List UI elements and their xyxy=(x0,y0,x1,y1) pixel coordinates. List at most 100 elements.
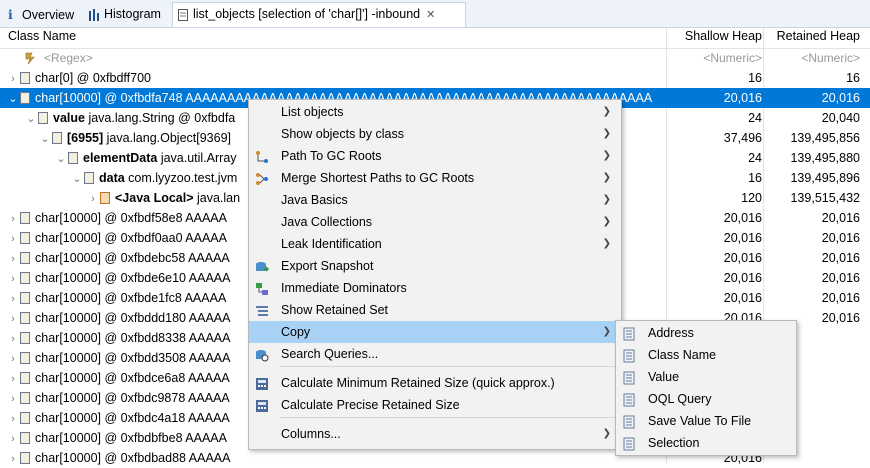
submenu-arrow-icon: ❯ xyxy=(602,428,611,439)
menu-item-label: Java Collections xyxy=(281,215,373,229)
retained-heap-value: 20,016 xyxy=(821,291,860,305)
close-tab-icon[interactable]: ✕ xyxy=(426,9,435,21)
copy-document-icon xyxy=(622,392,636,407)
copy-submenu: Address Class Name Value OQL Query Save Valu… xyxy=(615,320,797,456)
menu-item-search-queries[interactable]: Search Queries... xyxy=(249,343,619,365)
expand-arrow-icon[interactable]: › xyxy=(6,429,20,448)
retained-heap-value: 139,515,432 xyxy=(790,191,860,205)
collapse-arrow-icon[interactable]: ⌄ xyxy=(6,89,20,108)
menu-item-calculate-precise-retained-size[interactable]: Calculate Precise Retained Size xyxy=(249,394,619,416)
shallow-heap-value: 16 xyxy=(748,71,762,85)
copy-item-label: Address xyxy=(648,326,694,340)
collapse-arrow-icon[interactable]: ⌄ xyxy=(70,169,84,188)
reference-icon xyxy=(84,172,94,184)
object-icon xyxy=(20,412,30,424)
row-label: char[10000] @ 0xfbdd8338 AAAAA xyxy=(35,331,231,345)
submenu-arrow-icon: ❯ xyxy=(602,106,611,117)
row-label: char[10000] @ 0xfbdf58e8 AAAAA xyxy=(35,211,227,225)
menu-item-label: Path To GC Roots xyxy=(281,149,382,163)
reference-icon xyxy=(52,132,62,144)
column-header-retained-heap[interactable]: Retained Heap xyxy=(764,27,860,48)
row-label: java.lan xyxy=(193,191,241,205)
menu-item-merge-shortest-paths-to-gc-roots[interactable]: Merge Shortest Paths to GC Roots ❯ xyxy=(249,167,619,189)
object-icon xyxy=(20,212,30,224)
field-name: <Java Local> xyxy=(115,191,194,205)
menu-item-copy[interactable]: Copy ❯ xyxy=(249,321,619,343)
expand-arrow-icon[interactable]: › xyxy=(6,289,20,308)
menu-item-path-to-gc-roots[interactable]: Path To GC Roots ❯ xyxy=(249,145,619,167)
expand-arrow-icon[interactable]: › xyxy=(6,349,20,368)
shallow-heap-value: 20,016 xyxy=(723,291,762,305)
row-label: char[10000] @ 0xfbde6e10 AAAAA xyxy=(35,271,231,285)
expand-arrow-icon[interactable]: › xyxy=(6,389,20,408)
menu-item-show-retained-set[interactable]: Show Retained Set xyxy=(249,299,619,321)
tab-histogram[interactable]: Histogram xyxy=(84,3,165,26)
column-header-shallow-heap[interactable]: Shallow Heap xyxy=(667,27,762,48)
copy-item-class-name[interactable]: Class Name xyxy=(616,344,794,366)
row-label: com.lyyzoo.test.jvm xyxy=(124,171,238,185)
object-icon xyxy=(20,332,30,344)
merge-icon xyxy=(255,171,269,185)
column-header-class-name[interactable]: Class Name xyxy=(8,27,76,48)
row-label: char[10000] @ 0xfbdf0aa0 AAAAA xyxy=(35,231,227,245)
class-name-filter-input[interactable]: <Regex> xyxy=(44,51,93,65)
copy-item-address[interactable]: Address xyxy=(616,322,794,344)
menu-item-label: Merge Shortest Paths to GC Roots xyxy=(281,171,475,185)
menu-item-show-objects-by-class[interactable]: Show objects by class ❯ xyxy=(249,123,619,145)
tab-overview[interactable]: i Overview xyxy=(4,3,78,26)
menu-item-label: Export Snapshot xyxy=(281,259,374,273)
menu-item-export-snapshot[interactable]: Export Snapshot xyxy=(249,255,619,277)
menu-item-label: Show objects by class xyxy=(281,127,404,141)
expand-arrow-icon[interactable]: › xyxy=(6,209,20,228)
expand-arrow-icon[interactable]: › xyxy=(6,329,20,348)
collapse-arrow-icon[interactable]: ⌄ xyxy=(24,109,38,128)
object-icon xyxy=(20,452,30,464)
menu-item-java-collections[interactable]: Java Collections ❯ xyxy=(249,211,619,233)
expand-arrow-icon[interactable]: › xyxy=(6,369,20,388)
menu-item-label: Leak Identification xyxy=(281,237,382,251)
row-label: char[10000] @ 0xfbdd3508 AAAAA xyxy=(35,351,231,365)
expand-arrow-icon[interactable]: › xyxy=(6,229,20,248)
retained-heap-filter-input[interactable]: <Numeric> xyxy=(764,51,860,65)
row-label: java.lang.Object[9369] xyxy=(103,131,232,145)
shallow-heap-value: 16 xyxy=(748,171,762,185)
expand-arrow-icon[interactable]: › xyxy=(6,449,20,468)
dominators-icon xyxy=(255,281,269,295)
row-label: char[10000] @ 0xfbdce6a8 AAAAA xyxy=(35,371,230,385)
reference-icon xyxy=(38,112,48,124)
copy-item-oql-query[interactable]: OQL Query xyxy=(616,388,794,410)
expand-arrow-icon[interactable]: › xyxy=(6,409,20,428)
collapse-arrow-icon[interactable]: ⌄ xyxy=(38,129,52,148)
expand-arrow-icon[interactable]: › xyxy=(86,189,100,208)
object-icon xyxy=(20,392,30,404)
tab-list-objects[interactable]: list_objects [selection of 'char[]'] -in… xyxy=(172,2,466,27)
menu-item-columns[interactable]: Columns... ❯ xyxy=(249,423,619,445)
copy-item-selection[interactable]: Selection xyxy=(616,432,794,454)
menu-item-label: Calculate Minimum Retained Size (quick a… xyxy=(281,376,555,390)
copy-item-value[interactable]: Value xyxy=(616,366,794,388)
copy-item-save-value-to-file[interactable]: Save Value To File xyxy=(616,410,794,432)
menu-item-immediate-dominators[interactable]: Immediate Dominators xyxy=(249,277,619,299)
row-label: char[10000] @ 0xfbde1fc8 AAAAA xyxy=(35,291,227,305)
menu-item-leak-identification[interactable]: Leak Identification ❯ xyxy=(249,233,619,255)
object-icon xyxy=(20,292,30,304)
expand-arrow-icon[interactable]: › xyxy=(6,69,20,88)
retained-heap-value: 20,016 xyxy=(821,91,860,105)
retained-heap-value: 16 xyxy=(846,71,860,85)
expand-arrow-icon[interactable]: › xyxy=(6,269,20,288)
menu-item-calculate-minimum-retained-size-quick-approx[interactable]: Calculate Minimum Retained Size (quick a… xyxy=(249,372,619,394)
shallow-heap-value: 20,016 xyxy=(723,271,762,285)
menu-item-list-objects[interactable]: List objects ❯ xyxy=(249,101,619,123)
collapse-arrow-icon[interactable]: ⌄ xyxy=(54,149,68,168)
calculator-icon xyxy=(255,398,269,412)
editor-tab-bar: i Overview Histogram list_objects [select… xyxy=(0,0,870,28)
submenu-arrow-icon: ❯ xyxy=(602,172,611,183)
submenu-arrow-icon: ❯ xyxy=(602,150,611,161)
expand-arrow-icon[interactable]: › xyxy=(6,309,20,328)
shallow-heap-filter-input[interactable]: <Numeric> xyxy=(667,51,762,65)
table-row[interactable]: › char[0] @ 0xfbdff700 16 16 xyxy=(0,68,870,88)
copy-document-icon xyxy=(622,326,636,341)
expand-arrow-icon[interactable]: › xyxy=(6,249,20,268)
menu-item-java-basics[interactable]: Java Basics ❯ xyxy=(249,189,619,211)
copy-document-icon xyxy=(622,370,636,385)
